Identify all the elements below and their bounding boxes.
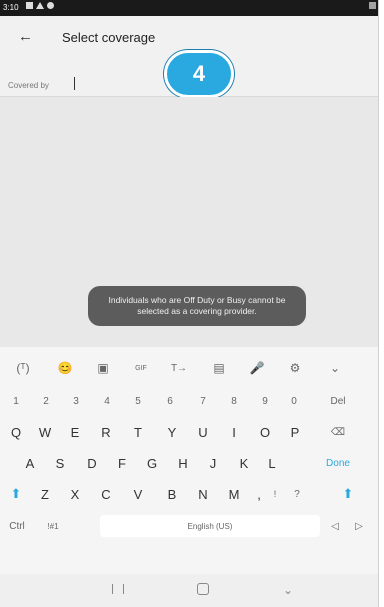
key-c[interactable]: C — [94, 479, 118, 509]
settings-icon[interactable]: ⚙ — [286, 359, 304, 377]
shift-left-key[interactable]: ⬆ — [4, 479, 28, 509]
device-screen: 3:10 ← Select coverage Covered by 4 Indi… — [0, 0, 379, 607]
recent-apps-button[interactable] — [112, 583, 124, 597]
key-5[interactable]: 5 — [128, 386, 148, 416]
recent-apps-icon — [112, 584, 124, 594]
number-row: 1 2 3 4 5 6 7 8 9 0 Del — [0, 386, 378, 418]
clipboard-icon[interactable]: ▤ — [210, 359, 228, 377]
key-g[interactable]: G — [140, 448, 164, 478]
key-n[interactable]: N — [191, 479, 215, 509]
key-8[interactable]: 8 — [224, 386, 244, 416]
backspace-key[interactable]: ⌫ — [318, 417, 358, 447]
status-icons — [26, 2, 54, 9]
key-1[interactable]: 1 — [6, 386, 26, 416]
ctrl-key[interactable]: Ctrl — [2, 511, 32, 541]
emoji-icon[interactable]: 😊 — [56, 359, 74, 377]
app-icon — [47, 2, 54, 9]
key-l[interactable]: L — [260, 448, 284, 478]
key-q[interactable]: Q — [4, 417, 28, 447]
key-e[interactable]: E — [63, 417, 87, 447]
status-right — [369, 2, 376, 9]
key-9[interactable]: 9 — [255, 386, 275, 416]
space-bar-label: English (US) — [187, 521, 233, 531]
home-icon — [197, 583, 209, 595]
symbols-key[interactable]: !#1 — [40, 511, 66, 541]
keyboard-toolbar: (ᵀ) 😊 ▣ GIF T→ ▤ 🎤 ⚙ ⌄ — [0, 355, 378, 383]
key-k[interactable]: K — [232, 448, 256, 478]
key-s[interactable]: S — [48, 448, 72, 478]
done-key[interactable]: Done — [318, 448, 358, 478]
toast-message: Individuals who are Off Duty or Busy can… — [88, 286, 306, 326]
key-i[interactable]: I — [222, 417, 246, 447]
navigation-bar: ⌄ — [0, 574, 378, 607]
key-0[interactable]: 0 — [284, 386, 304, 416]
space-bar[interactable]: English (US) — [100, 515, 320, 537]
translate-icon[interactable]: (ᵀ) — [14, 359, 32, 377]
badge-number: 4 — [192, 61, 206, 86]
key-d[interactable]: D — [80, 448, 104, 478]
key-u[interactable]: U — [191, 417, 215, 447]
key-2[interactable]: 2 — [36, 386, 56, 416]
shift-right-key[interactable]: ⬆ — [338, 479, 358, 509]
key-3[interactable]: 3 — [66, 386, 86, 416]
gallery-icon — [26, 2, 33, 9]
home-button[interactable] — [197, 583, 209, 598]
covered-by-label: Covered by — [8, 81, 49, 90]
text-style-icon[interactable]: T→ — [170, 359, 188, 377]
onscreen-keyboard: (ᵀ) 😊 ▣ GIF T→ ▤ 🎤 ⚙ ⌄ 1 2 3 4 5 6 7 8 9… — [0, 347, 378, 574]
back-button[interactable]: ⌄ — [283, 583, 293, 597]
key-a[interactable]: A — [18, 448, 42, 478]
key-f[interactable]: F — [110, 448, 134, 478]
back-chevron-icon: ⌄ — [283, 583, 294, 597]
key-j[interactable]: J — [201, 448, 225, 478]
key-o[interactable]: O — [253, 417, 277, 447]
qwerty-row: Q W E R T Y U I O P ⌫ — [0, 417, 378, 449]
key-m[interactable]: M — [222, 479, 246, 509]
key-h[interactable]: H — [171, 448, 195, 478]
key-p[interactable]: P — [283, 417, 307, 447]
key-del[interactable]: Del — [318, 386, 358, 416]
key-t[interactable]: T — [126, 417, 150, 447]
cursor-left-key[interactable]: ◁ — [328, 511, 342, 541]
home-row: A S D F G H J K L Done — [0, 448, 378, 480]
space-row: Ctrl !#1 English (US) ◁ ▷ — [0, 511, 378, 543]
wifi-icon — [369, 2, 376, 9]
key-w[interactable]: W — [33, 417, 57, 447]
status-time: 3:10 — [3, 3, 19, 12]
cursor-right-key[interactable]: ▷ — [352, 511, 366, 541]
key-7[interactable]: 7 — [193, 386, 213, 416]
key-comma[interactable]: , — [252, 479, 266, 509]
key-exclamation[interactable]: ! — [268, 479, 282, 509]
key-y[interactable]: Y — [160, 417, 184, 447]
toast-text: Individuals who are Off Duty or Busy can… — [108, 295, 286, 316]
key-v[interactable]: V — [126, 479, 150, 509]
key-z[interactable]: Z — [33, 479, 57, 509]
key-4[interactable]: 4 — [97, 386, 117, 416]
bottom-letter-row: ⬆ Z X C V B N M , ! ? ⬆ — [0, 479, 378, 511]
key-question[interactable]: ? — [288, 479, 306, 509]
key-b[interactable]: B — [160, 479, 184, 509]
back-arrow-icon[interactable]: ← — [18, 28, 33, 45]
gif-icon[interactable]: GIF — [132, 359, 150, 377]
page-title: Select coverage — [62, 30, 156, 45]
sticker-icon[interactable]: ▣ — [94, 359, 112, 377]
alert-icon — [36, 2, 44, 9]
key-r[interactable]: R — [94, 417, 118, 447]
collapse-keyboard-icon[interactable]: ⌄ — [326, 359, 344, 377]
status-bar: 3:10 — [0, 0, 378, 16]
key-6[interactable]: 6 — [160, 386, 180, 416]
step-number-badge: 4 — [164, 50, 234, 98]
key-x[interactable]: X — [63, 479, 87, 509]
text-caret — [74, 77, 75, 90]
microphone-icon[interactable]: 🎤 — [248, 359, 266, 377]
